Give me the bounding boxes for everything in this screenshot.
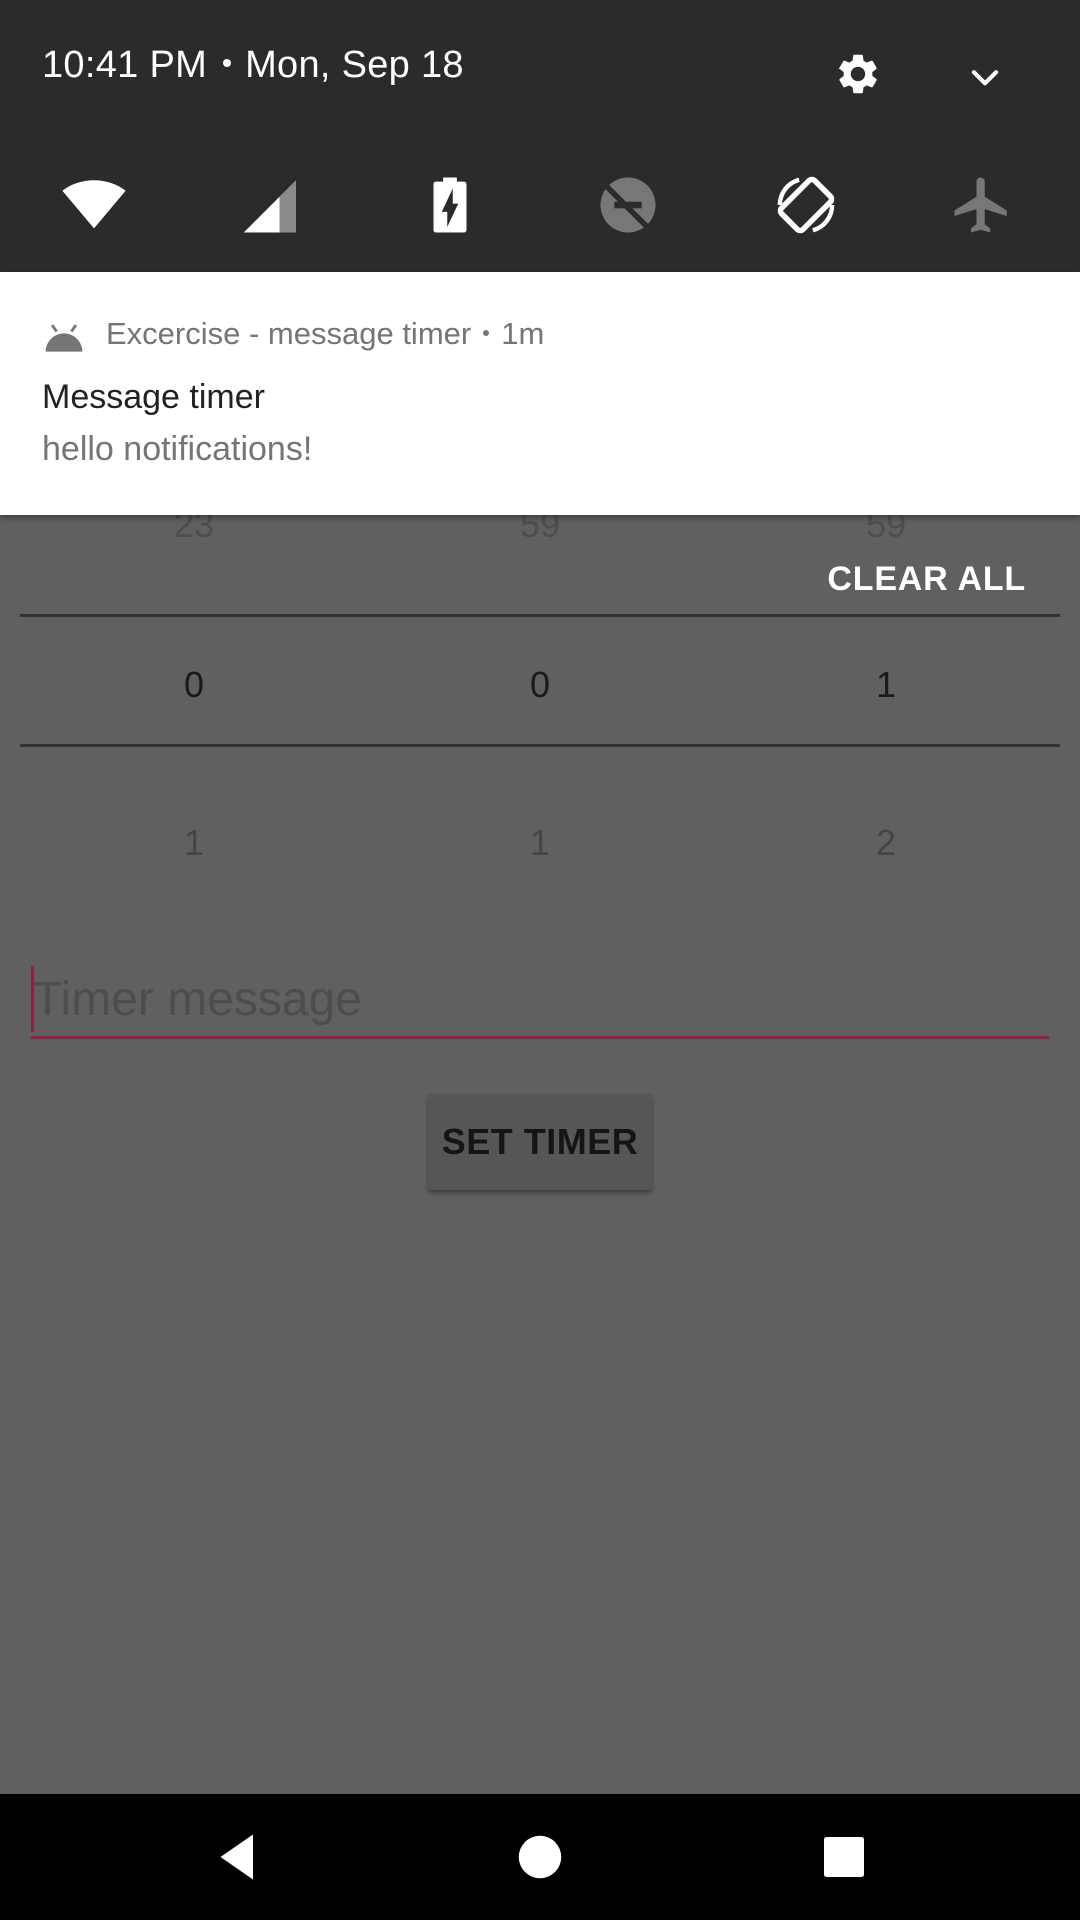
timer-message-placeholder: Timer message (33, 973, 362, 1026)
gear-icon[interactable] (834, 50, 882, 98)
hour-picker[interactable]: 0 (124, 664, 264, 706)
status-date: Mon, Sep 18 (245, 44, 464, 86)
set-timer-button[interactable]: SET TIMER (428, 1094, 652, 1190)
wifi-icon[interactable] (58, 172, 130, 238)
notification-text: hello notifications! (42, 430, 313, 468)
android-icon (45, 324, 83, 352)
picker-divider-bottom (20, 744, 1060, 747)
hour-below-value: 1 (183, 822, 205, 863)
separator-dot (223, 58, 232, 67)
chevron-down-icon[interactable] (966, 58, 1004, 96)
battery-charging-icon[interactable] (414, 172, 486, 238)
second-picker[interactable]: 1 (816, 664, 956, 706)
airplane-mode-icon[interactable] (946, 172, 1018, 238)
notification-app-name: Excercise - message timer (106, 316, 472, 351)
dnd-off-icon[interactable] (592, 172, 664, 238)
status-datetime: 10:41 PM Mon, Sep 18 (42, 44, 464, 87)
minute-below-value: 1 (529, 822, 551, 863)
timer-message-input[interactable]: Timer message (31, 962, 1049, 1039)
notification-title: Message timer (42, 378, 265, 416)
status-time: 10:41 PM (42, 44, 208, 86)
notification-age: 1m (501, 316, 545, 351)
notification-card[interactable]: Excercise - message timer 1m Message time… (0, 272, 1080, 515)
separator-dot (483, 329, 490, 336)
navigation-bar (0, 1794, 1080, 1920)
home-icon[interactable] (510, 1827, 570, 1887)
clear-all-button[interactable]: CLEAR ALL (827, 560, 1026, 599)
picker-divider-top (20, 614, 1060, 617)
recents-icon[interactable] (814, 1827, 874, 1887)
cell-signal-icon[interactable] (238, 172, 310, 238)
back-icon[interactable] (208, 1827, 268, 1887)
second-below-value: 2 (875, 822, 897, 863)
auto-rotate-icon[interactable] (770, 172, 842, 238)
notification-header: Excercise - message timer 1m (106, 316, 544, 352)
quick-settings-panel: 10:41 PM Mon, Sep 18 (0, 0, 1080, 272)
minute-picker[interactable]: 0 (470, 664, 610, 706)
